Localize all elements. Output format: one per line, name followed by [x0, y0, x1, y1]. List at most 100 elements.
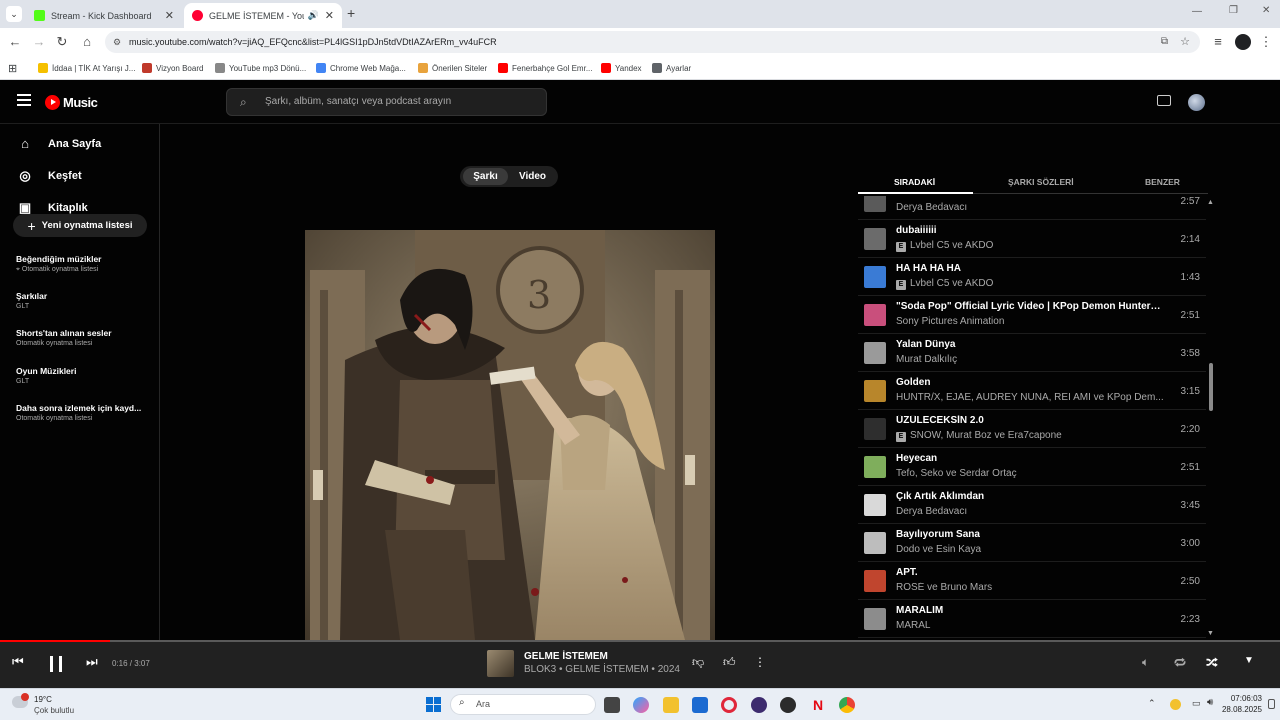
browser-tab-active[interactable]: GELME İSTEMEM - YouTube 🔊 ✕: [184, 3, 342, 28]
tab-lyrics[interactable]: ŞARKI SÖZLERİ: [1008, 177, 1074, 187]
copilot-icon[interactable]: [633, 697, 649, 713]
repeat-icon[interactable]: 🔁︎: [1174, 655, 1186, 672]
browser-tab[interactable]: Stream - Kick Dashboard ✕: [26, 3, 182, 28]
bookmark-item[interactable]: YouTube mp3 Dönü...: [215, 61, 306, 75]
reading-list-icon[interactable]: ≡: [1210, 34, 1226, 50]
bookmark-item[interactable]: İddaa | TİK At Yarışı J...: [38, 61, 135, 75]
now-playing-title[interactable]: GELME İSTEMEM: [524, 651, 608, 662]
apps-grid-icon[interactable]: ⊞: [8, 61, 17, 75]
windows-start-icon[interactable]: [426, 697, 441, 712]
more-options-icon[interactable]: ⋮: [754, 655, 766, 669]
chrome-icon[interactable]: [839, 697, 855, 713]
queue-item[interactable]: HA HA HA HA E Lvbel C5 ve AKDO 1:43: [858, 258, 1206, 296]
bookmark-item[interactable]: Ayarlar: [652, 61, 691, 75]
speaker-icon[interactable]: 🔊: [308, 10, 319, 21]
queue-item[interactable]: Yalan Dünya Murat Dalkılıç 3:58: [858, 334, 1206, 372]
minimize-window-icon[interactable]: —: [1192, 6, 1202, 17]
sidebar-item-home[interactable]: ⌂ Ana Sayfa: [18, 134, 101, 154]
network-icon[interactable]: ▭: [1192, 698, 1201, 709]
tab-search-button[interactable]: ⌄: [6, 6, 22, 22]
sidebar-playlist-item[interactable]: Beğendiğim müzikler ⌖ Otomatik oynatma li…: [16, 254, 156, 274]
profile-avatar[interactable]: [1235, 34, 1251, 50]
queue-scrollbar[interactable]: [1209, 363, 1213, 411]
clock-time[interactable]: 07:06:03: [1222, 694, 1262, 703]
sidebar-playlist-item[interactable]: Şarkılar GLT: [16, 291, 156, 310]
new-tab-button[interactable]: +: [347, 5, 355, 21]
queue-item[interactable]: Golden HUNTR/X, EJAE, AUDREY NUNA, REI AM…: [858, 372, 1206, 410]
store-icon[interactable]: [692, 697, 708, 713]
bookmark-favicon-icon: [38, 63, 48, 73]
queue-item[interactable]: Derya Bedavacı 2:57: [858, 196, 1206, 220]
site-info-icon[interactable]: ⚙: [113, 31, 121, 53]
reload-icon[interactable]: ↻: [54, 34, 70, 50]
bookmark-star-icon[interactable]: ☆: [1180, 31, 1190, 53]
video-toggle-button[interactable]: Video: [510, 168, 555, 185]
queue-item[interactable]: "Soda Pop" Official Lyric Video | KPop D…: [858, 296, 1206, 334]
app-icon[interactable]: [780, 697, 796, 713]
youtube-music-logo[interactable]: Music: [45, 94, 98, 110]
next-track-icon[interactable]: ⏭: [86, 654, 98, 670]
opera-icon[interactable]: [721, 697, 737, 713]
bookmark-item[interactable]: Fenerbahçe Gol Emr...: [498, 61, 592, 75]
bookmark-item[interactable]: Önerilen Siteler: [418, 61, 487, 75]
speaker-icon[interactable]: 🔊︎: [1207, 697, 1213, 708]
file-explorer-icon[interactable]: [663, 697, 679, 713]
scroll-up-arrow-icon[interactable]: ▲: [1207, 199, 1214, 206]
restore-window-icon[interactable]: ❐: [1229, 5, 1238, 16]
volume-icon[interactable]: 🔈︎: [1142, 655, 1149, 670]
close-tab-icon[interactable]: ✕: [165, 9, 174, 22]
browser-menu-icon[interactable]: ⋮: [1258, 34, 1274, 50]
home-icon[interactable]: ⌂: [79, 34, 95, 50]
app-icon[interactable]: [751, 697, 767, 713]
previous-track-icon[interactable]: ⏮: [12, 654, 24, 670]
progress-bar[interactable]: [0, 640, 1280, 642]
tab-up-next[interactable]: SIRADAKİ: [894, 177, 935, 187]
clock-date[interactable]: 28.08.2025: [1220, 705, 1262, 714]
sidebar-playlist-item[interactable]: Shorts'tan alınan sesler Otomatik oynatma…: [16, 328, 156, 347]
queue-item-duration: 2:20: [1180, 424, 1200, 435]
bookmark-item[interactable]: Yandex: [601, 61, 642, 75]
close-window-icon[interactable]: ✕: [1262, 5, 1270, 16]
queue-item[interactable]: APT. ROSÉ ve Bruno Mars 2:50: [858, 562, 1206, 600]
weather-widget[interactable]: 19°C Çok bulutlu: [12, 693, 92, 717]
dislike-icon[interactable]: 👎︎: [692, 655, 704, 670]
tray-chevron-icon[interactable]: ⌃: [1148, 698, 1156, 709]
new-playlist-button[interactable]: + Yeni oynatma listesi: [13, 214, 147, 237]
install-app-icon[interactable]: ⧉: [1161, 31, 1168, 53]
song-toggle-button[interactable]: Şarkı: [463, 168, 508, 185]
expand-player-icon[interactable]: ▼: [1244, 655, 1254, 666]
queue-item[interactable]: Çık Artık Aklımdan Derya Bedavacı 3:45: [858, 486, 1206, 524]
tray-app-icon[interactable]: [1170, 699, 1181, 710]
tab-related[interactable]: BENZER: [1145, 177, 1180, 187]
sidebar-playlist-item[interactable]: Daha sonra izlemek için kayd... Otomatik …: [16, 403, 156, 422]
now-playing-subtitle[interactable]: BLOK3 • GELME İSTEMEM • 2024: [524, 664, 680, 675]
queue-item[interactable]: Bayılıyorum Sana Dodo ve Esin Kaya 3:00: [858, 524, 1206, 562]
sidebar-item-explore[interactable]: ◎ Keşfet: [18, 166, 81, 186]
like-icon[interactable]: 👍︎: [723, 655, 736, 670]
notification-icon[interactable]: [1268, 699, 1275, 709]
bookmark-item[interactable]: Vizyon Board: [142, 61, 203, 75]
queue-item-artist-row: MARAL: [896, 620, 1166, 631]
scroll-down-arrow-icon[interactable]: ▼: [1207, 630, 1214, 637]
now-playing-thumbnail[interactable]: [487, 650, 514, 677]
queue-item[interactable]: dubaiiiiii E Lvbel C5 ve AKDO 2:14: [858, 220, 1206, 258]
bookmark-item[interactable]: Chrome Web Mağa...: [316, 61, 406, 75]
task-view-icon[interactable]: [604, 697, 620, 713]
queue-item[interactable]: ÜZÜLECEKSİN 2.0 E SNOW, Murat Boz ve Era7c…: [858, 410, 1206, 448]
address-bar[interactable]: ⚙ music.youtube.com/watch?v=jiAQ_EFQcnc&…: [105, 31, 1200, 53]
bookmark-favicon-icon: [142, 63, 152, 73]
netflix-icon[interactable]: N: [810, 697, 826, 713]
close-tab-icon[interactable]: ✕: [325, 9, 334, 22]
shuffle-icon[interactable]: 🔀︎: [1206, 655, 1218, 672]
forward-arrow-icon[interactable]: →: [31, 34, 47, 50]
pause-button[interactable]: [49, 656, 63, 672]
queue-item[interactable]: Heyecan Tefo, Seko ve Serdar Ortaç 2:51: [858, 448, 1206, 486]
hamburger-menu-icon[interactable]: [17, 94, 31, 106]
back-arrow-icon[interactable]: ←: [7, 34, 23, 50]
account-avatar[interactable]: [1188, 94, 1205, 111]
taskbar-search-box[interactable]: ⌕ Ara: [450, 694, 596, 715]
sidebar-playlist-item[interactable]: Oyun Müzikleri GLT: [16, 366, 156, 385]
cast-icon[interactable]: [1157, 95, 1171, 106]
queue-item[interactable]: MARALIM MARAL 2:23: [858, 600, 1206, 638]
search-input[interactable]: ⌕ Şarkı, albüm, sanatçı veya podcast ara…: [226, 88, 547, 116]
